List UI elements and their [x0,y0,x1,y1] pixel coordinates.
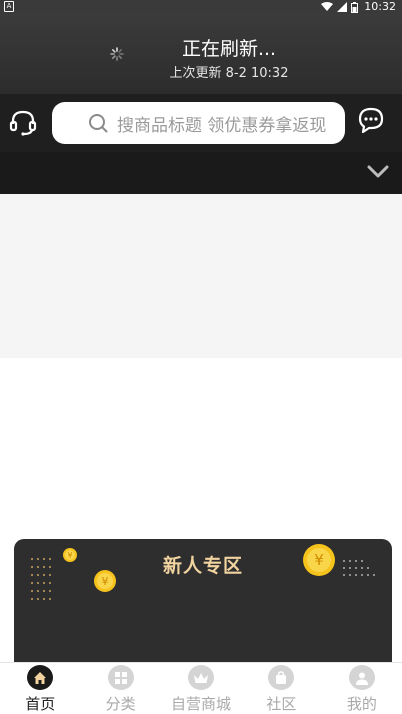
user-icon [348,665,375,690]
tab-self-mall[interactable]: 自营商城 [161,663,241,714]
tab-mine[interactable]: 我的 [322,663,402,714]
new-user-zone-title: 新人专区 [162,555,243,577]
search-icon [89,114,108,133]
chat-bubble-icon[interactable] [358,107,384,133]
crown-icon [188,665,215,690]
notification-icon: A [4,1,14,12]
refresh-title: 正在刷新... [181,38,277,60]
refresh-status-text: 正在刷新... [0,34,402,61]
category-tabs-strip [0,152,402,194]
search-input[interactable]: 搜商品标题 领优惠券拿返现 [52,102,345,144]
chevron-down-icon[interactable] [366,163,390,181]
search-placeholder: 搜商品标题 领优惠券拿返现 [117,115,327,136]
tab-category[interactable]: 分类 [80,663,160,714]
home-icon [27,665,54,690]
last-updated-text: 上次更新 8-2 10:32 [169,66,289,81]
pull-refresh-header: 正在刷新... 上次更新 8-2 10:32 [0,14,402,94]
status-icons: 10:32 [321,0,396,14]
tab-home[interactable]: 首页 [0,663,80,714]
community-bag-icon [268,665,295,690]
signal-icon [337,2,348,12]
tab-self-mall-label: 自营商城 [171,695,232,713]
status-bar: A 10:32 [0,0,402,14]
battery-icon [351,1,359,13]
wifi-icon [321,2,334,11]
new-user-zone-card[interactable]: ¥ ¥ ¥ 新人专区 [14,539,392,679]
tab-category-label: 分类 [105,695,136,713]
tab-community[interactable]: 社区 [241,663,321,714]
search-row: 搜商品标题 领优惠券拿返现 [0,94,402,152]
banner-placeholder[interactable] [0,194,402,358]
grid-icon [107,665,134,690]
content-area [0,358,402,530]
headset-icon[interactable] [8,108,38,138]
bottom-tab-bar: 首页 分类 自营商城 社区 我的 [0,662,402,714]
status-time: 10:32 [364,0,396,13]
tab-home-label: 首页 [25,695,56,713]
tab-community-label: 社区 [266,695,297,713]
tab-mine-label: 我的 [346,695,377,713]
app-screen: A 10:32 正在刷新... 上次更新 8-2 10:32 搜商品标题 领优惠… [0,0,402,714]
